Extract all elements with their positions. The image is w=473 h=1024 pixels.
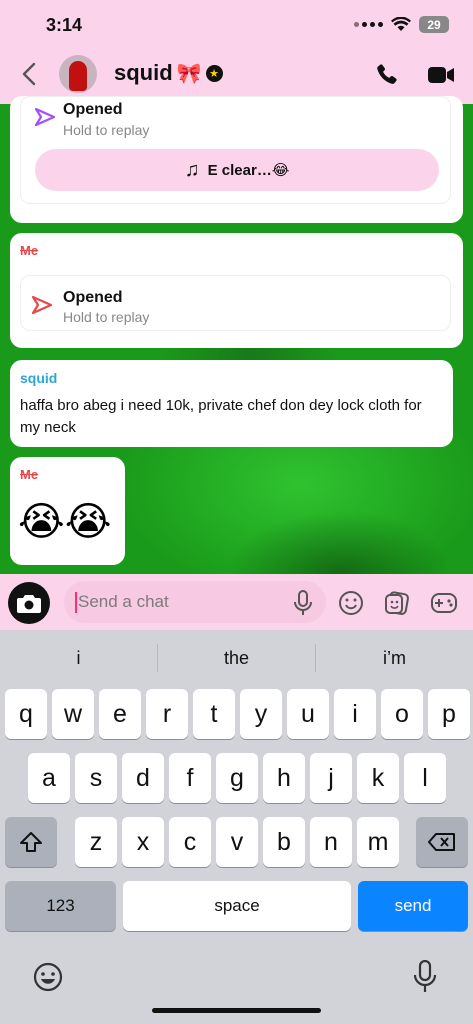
sender-label: squid: [20, 370, 58, 386]
key-v[interactable]: v: [216, 817, 258, 867]
key-t[interactable]: t: [193, 689, 235, 739]
space-key[interactable]: space: [123, 881, 351, 931]
key-s[interactable]: s: [75, 753, 117, 803]
shift-arrow-icon: [20, 832, 42, 852]
key-d[interactable]: d: [122, 753, 164, 803]
key-j[interactable]: j: [310, 753, 352, 803]
bow-emoji: 🎀: [176, 62, 202, 85]
backspace-icon: [428, 833, 455, 851]
key-x[interactable]: x: [122, 817, 164, 867]
key-o[interactable]: o: [381, 689, 423, 739]
key-n[interactable]: n: [310, 817, 352, 867]
key-l[interactable]: l: [404, 753, 446, 803]
sender-label: Me: [20, 243, 39, 258]
suggestion-item[interactable]: i: [0, 648, 157, 676]
opened-snap-arrow-icon: [31, 295, 53, 315]
status-indicators: 29: [354, 16, 449, 33]
key-c[interactable]: c: [169, 817, 211, 867]
game-controller-icon[interactable]: [430, 591, 458, 615]
key-e[interactable]: e: [99, 689, 141, 739]
key-r[interactable]: r: [146, 689, 188, 739]
contact-name-text: squid: [114, 60, 173, 85]
key-k[interactable]: k: [357, 753, 399, 803]
key-q[interactable]: q: [5, 689, 47, 739]
home-indicator: [152, 1008, 321, 1013]
key-m[interactable]: m: [357, 817, 399, 867]
sender-label: Me: [20, 467, 39, 482]
video-call-icon[interactable]: [427, 64, 455, 86]
star-badge-icon: ★: [205, 64, 223, 82]
key-w[interactable]: w: [52, 689, 94, 739]
snap-status: Opened: [63, 289, 123, 306]
music-label: E clear…😂: [207, 162, 290, 179]
wifi-icon: [391, 17, 411, 31]
key-b[interactable]: b: [263, 817, 305, 867]
text-message-card[interactable]: squid haffa bro abeg i need 10k, private…: [10, 360, 453, 447]
numbers-key[interactable]: 123: [5, 881, 116, 931]
chat-input-bar: [0, 574, 473, 630]
contact-name[interactable]: squid 🎀 ★: [114, 60, 223, 86]
message-emoji: 😭😭: [18, 500, 112, 544]
emoji-smile-icon[interactable]: [338, 590, 364, 616]
key-u[interactable]: u: [287, 689, 329, 739]
sticker-icon[interactable]: [384, 590, 410, 616]
key-i[interactable]: i: [334, 689, 376, 739]
emoji-message-card[interactable]: Me 😭😭: [10, 457, 125, 565]
key-z[interactable]: z: [75, 817, 117, 867]
key-f[interactable]: f: [169, 753, 211, 803]
dictation-microphone-icon[interactable]: [413, 960, 437, 994]
delete-key[interactable]: [416, 817, 468, 867]
microphone-icon[interactable]: [292, 590, 314, 616]
chat-header: 3:14 29 squid 🎀 ★: [0, 0, 473, 104]
camera-button[interactable]: [8, 582, 50, 624]
text-caret: [75, 592, 77, 613]
snap-subtitle: Hold to replay: [63, 122, 150, 138]
snap-subtitle: Hold to replay: [63, 309, 150, 325]
snap-message-card: Me Opened Hold to replay: [10, 233, 463, 348]
emoji-keyboard-icon[interactable]: [32, 961, 64, 993]
chat-message-input[interactable]: [64, 581, 326, 623]
back-chevron-icon[interactable]: [20, 62, 38, 86]
snap-opened-box[interactable]: Opened Hold to replay: [20, 275, 451, 331]
snap-status: Opened: [63, 101, 123, 118]
status-time: 3:14: [46, 15, 83, 35]
suggestion-item[interactable]: i’m: [316, 648, 473, 676]
cellular-signal-icon: [354, 22, 383, 27]
suggestion-item[interactable]: the: [158, 648, 315, 676]
message-text: haffa bro abeg i need 10k, private chef …: [20, 397, 422, 436]
key-h[interactable]: h: [263, 753, 305, 803]
battery-indicator: 29: [419, 16, 449, 33]
music-share-pill[interactable]: ♫ E clear…😂: [35, 149, 439, 191]
key-g[interactable]: g: [216, 753, 258, 803]
phone-call-icon[interactable]: [373, 62, 399, 88]
on-screen-keyboard: i the i’m q w e r t y u i o p a s d f g …: [0, 630, 473, 1024]
key-p[interactable]: p: [428, 689, 470, 739]
music-note-icon: ♫: [184, 158, 200, 181]
key-y[interactable]: y: [240, 689, 282, 739]
camera-icon: [17, 595, 41, 613]
send-key[interactable]: send: [358, 881, 468, 931]
opened-snap-arrow-icon: [34, 107, 56, 127]
shift-key[interactable]: [5, 817, 57, 867]
contact-avatar[interactable]: [59, 55, 97, 93]
key-a[interactable]: a: [28, 753, 70, 803]
